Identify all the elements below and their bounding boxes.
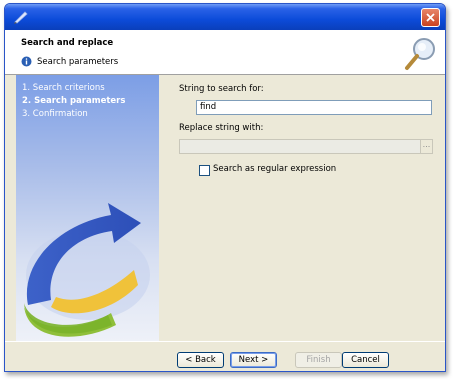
wizard-window: Search and replace Search parameters 1. … [4, 3, 446, 372]
steps-list: 1. Search criterions 2. Search parameter… [22, 83, 125, 122]
close-button[interactable] [421, 8, 440, 27]
next-button[interactable]: Next > [230, 352, 277, 368]
search-label: String to search for: [179, 84, 264, 94]
magnifier-icon [405, 38, 435, 70]
wizard-header: Search and replace Search parameters [5, 30, 445, 75]
back-button[interactable]: < Back [177, 352, 224, 368]
pen-icon [14, 11, 28, 24]
steps-panel: 1. Search criterions 2. Search parameter… [16, 75, 159, 341]
page-subtitle: Search parameters [37, 56, 119, 67]
refresh-arrow-logo [24, 203, 150, 337]
replace-label: Replace string with: [179, 123, 264, 133]
title-bar[interactable] [5, 4, 445, 30]
page-title: Search and replace [21, 38, 114, 48]
browse-button[interactable]: ... [420, 139, 433, 154]
close-icon [426, 13, 435, 22]
step-item-confirmation: 3. Confirmation [22, 109, 88, 119]
button-bar: < Back Next > Finish Cancel [5, 341, 445, 371]
finish-button[interactable]: Finish [295, 352, 342, 368]
page-subtitle-row: Search parameters [21, 56, 118, 67]
step-item-search-criterions: 1. Search criterions [22, 83, 105, 93]
replace-input[interactable] [179, 139, 421, 154]
form-area: String to search for: find Replace strin… [159, 75, 435, 341]
info-icon [21, 56, 32, 67]
step-item-search-parameters: 2. Search parameters [22, 96, 126, 106]
search-input[interactable]: find [196, 100, 432, 115]
regex-label: Search as regular expression [213, 164, 337, 174]
cancel-button[interactable]: Cancel [342, 352, 389, 368]
regex-checkbox[interactable] [199, 165, 210, 176]
